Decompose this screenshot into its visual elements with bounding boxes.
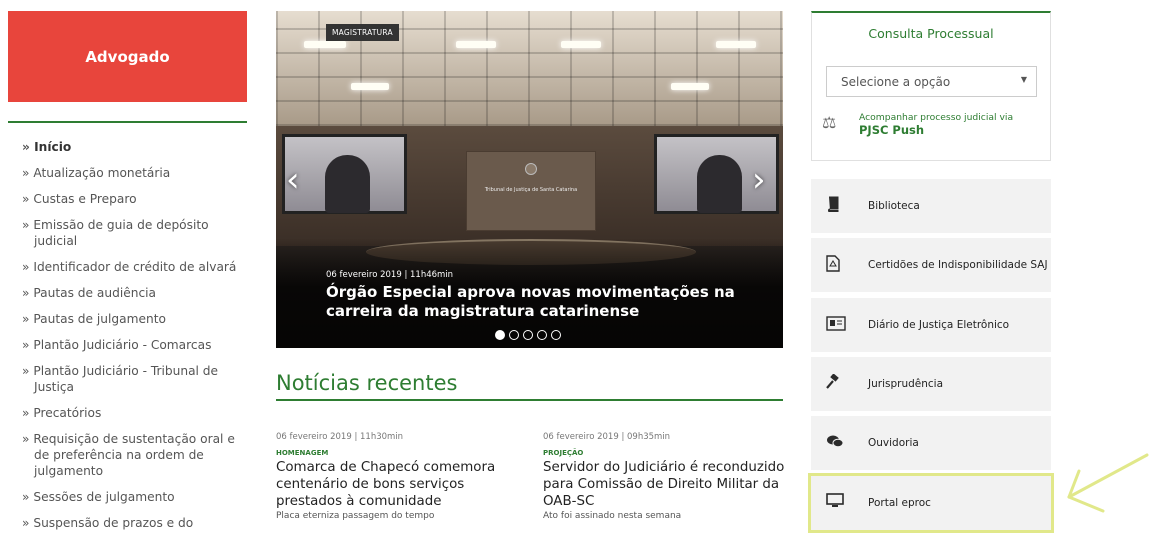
carousel-dot[interactable] (509, 330, 519, 340)
consulta-title: Consulta Processual (868, 26, 994, 41)
advogado-button[interactable]: Advogado (8, 11, 247, 102)
monitor-icon (826, 493, 868, 513)
menu-item-sessoes-julgamento[interactable]: » Sessões de julgamento (22, 489, 239, 505)
carousel-next-arrow[interactable]: › (752, 163, 766, 197)
menu-item-pautas-julgamento[interactable]: » Pautas de julgamento (22, 311, 239, 327)
left-menu: » Início » Atualização monetária » Custa… (8, 121, 247, 550)
news-carousel[interactable]: Tribunal de Justiça de Santa Catarina MA… (276, 11, 783, 348)
news-subtitle: Ato foi assinado nesta semana (543, 511, 682, 521)
pjsc-push-link[interactable]: ⚖ Acompanhar processo judicial via PJSC … (822, 111, 1047, 147)
chevron-down-icon: ▼ (1020, 75, 1027, 84)
scale-icon: ⚖ (822, 113, 837, 132)
carousel-dot[interactable] (523, 330, 533, 340)
service-biblioteca[interactable]: Biblioteca (811, 179, 1051, 233)
news-category[interactable]: PROJEÇÃO (543, 449, 793, 457)
pointer-arrow-annotation (1067, 453, 1149, 513)
service-portal-eproc[interactable]: Portal eproc (808, 473, 1054, 533)
news-category[interactable]: HOMENAGEM (276, 449, 526, 457)
carousel-indicators (495, 330, 561, 340)
menu-item-identificador-credito[interactable]: » Identificador de crédito de alvará (22, 259, 239, 275)
service-certidoes[interactable]: Certidões de Indisponibilidade SAJ (811, 238, 1051, 292)
consulta-processual-panel: Consulta Processual Selecione a opção ▼ … (811, 11, 1051, 161)
news-date: 06 fevereiro 2019 | 09h35min (543, 432, 671, 442)
carousel-dot[interactable] (537, 330, 547, 340)
service-ouvidoria[interactable]: Ouvidoria (811, 416, 1051, 470)
menu-item-suspensao-prazos[interactable]: » Suspensão de prazos e do (22, 515, 239, 531)
consulta-select[interactable]: Selecione a opção ▼ (826, 66, 1037, 97)
service-jurisprudencia[interactable]: Jurisprudência (811, 357, 1051, 411)
gavel-icon (826, 373, 868, 394)
menu-item-atualizacao-monetaria[interactable]: » Atualização monetária (22, 165, 239, 181)
menu-item-plantao-comarcas[interactable]: » Plantão Judiciário - Comarcas (22, 337, 239, 353)
slide-date: 06 fevereiro 2019 | 11h46min (326, 270, 454, 280)
document-icon (826, 254, 868, 276)
news-item[interactable]: 06 fevereiro 2019 | 11h30min HOMENAGEM C… (276, 432, 526, 521)
slide-title[interactable]: Órgão Especial aprova novas movimentaçõe… (326, 283, 746, 321)
newspaper-icon (826, 315, 868, 335)
news-item[interactable]: 06 fevereiro 2019 | 09h35min PROJEÇÃO Se… (543, 432, 793, 521)
chat-icon (826, 434, 868, 453)
news-title[interactable]: Comarca de Chapecó comemora centenário d… (276, 459, 526, 510)
news-date: 06 fevereiro 2019 | 11h30min (276, 432, 404, 442)
menu-item-guia-deposito[interactable]: » Emissão de guia de depósito judicial (22, 217, 239, 249)
menu-item-precatorios[interactable]: » Precatórios (22, 405, 239, 421)
menu-item-custas-preparo[interactable]: » Custas e Preparo (22, 191, 239, 207)
carousel-dot[interactable] (551, 330, 561, 340)
news-heading: Notícias recentes (276, 371, 783, 401)
news-title[interactable]: Servidor do Judiciário é reconduzido par… (543, 459, 793, 510)
menu-item-plantao-tribunal[interactable]: » Plantão Judiciário - Tribunal de Justi… (22, 363, 239, 395)
service-diario-justica[interactable]: Diário de Justiça Eletrônico (811, 298, 1051, 352)
category-tag[interactable]: MAGISTRATURA (326, 24, 399, 41)
carousel-dot[interactable] (495, 330, 505, 340)
book-icon (826, 196, 868, 216)
menu-item-pautas-audiencia[interactable]: » Pautas de audiência (22, 285, 239, 301)
news-subtitle: Placa eterniza passagem do tempo (276, 511, 435, 521)
menu-item-inicio[interactable]: » Início (22, 139, 239, 155)
carousel-prev-arrow[interactable]: ‹ (286, 163, 300, 197)
menu-item-sustentacao-oral[interactable]: » Requisição de sustentação oral e de pr… (22, 431, 239, 479)
